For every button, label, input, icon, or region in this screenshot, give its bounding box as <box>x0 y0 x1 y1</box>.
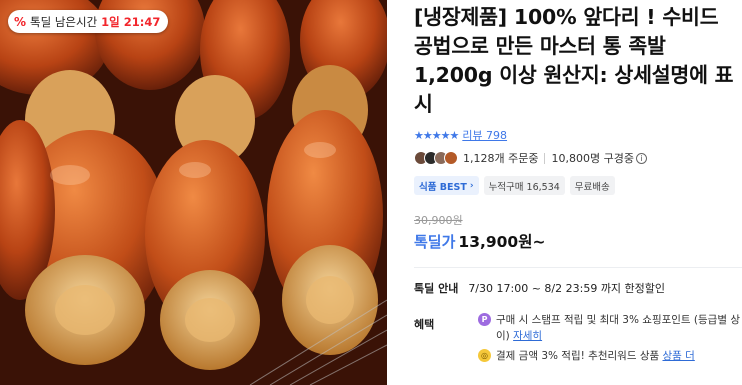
review-count-link[interactable]: 리뷰 798 <box>462 127 507 143</box>
product-title: [냉장제품] 100% 앞다리 ! 수비드 공법으로 만든 마스터 통 족발 1… <box>414 5 734 116</box>
coin-icon: ◎ <box>478 349 491 362</box>
chevron-right-icon: › <box>469 180 474 191</box>
divider <box>544 152 546 164</box>
benefits-list: P 구매 시 스탬프 적립 및 최대 3% 쇼핑포인트 (등급별 상이) 자세히… <box>478 312 742 368</box>
timer-countdown: 1일 21:47 <box>101 14 161 29</box>
avatar <box>444 151 458 165</box>
buyer-avatars <box>414 151 458 165</box>
benefit-text: 결제 금액 3% 적립! 추천리워드 상품 상품 더 <box>496 348 695 364</box>
section-divider <box>414 267 742 268</box>
benefit-item: P 구매 시 스탬프 적립 및 최대 3% 쇼핑포인트 (등급별 상이) 자세히 <box>478 312 742 344</box>
timer-label: 톡딜 남은시간 <box>30 14 98 29</box>
deal-info-text: 7/30 17:00 ~ 8/2 23:59 까지 한정할인 <box>468 282 666 295</box>
braised-pork-hock-photo <box>0 0 387 385</box>
viewers-count: 10,800명 구경중 <box>551 152 634 165</box>
benefits-section: 혜택 P 구매 시 스탬프 적립 및 최대 3% 쇼핑포인트 (등급별 상이) … <box>414 312 742 368</box>
benefit-text: 구매 시 스탬프 적립 및 최대 3% 쇼핑포인트 (등급별 상이) 자세히 <box>496 312 742 344</box>
benefit-item: ◎ 결제 금액 3% 적립! 추천리워드 상품 상품 더 <box>478 348 742 364</box>
chip-free-shipping: 무료배송 <box>569 176 615 195</box>
buyers-row: 1,128개 주문중 10,800명 구경중 i <box>414 149 742 167</box>
price-row: 톡딜가 13,900원~ <box>414 230 742 252</box>
sale-price: 13,900원~ <box>458 233 546 251</box>
original-price: 30,900원 <box>414 214 463 227</box>
percent-icon: % <box>14 14 27 29</box>
chip-cumulative-purchases: 누적구매 16,534 <box>483 176 565 195</box>
orders-count: 1,128개 주문중 <box>463 152 539 165</box>
product-info-panel: [냉장제품] 100% 앞다리 ! 수비드 공법으로 만든 마스터 통 족발 1… <box>414 0 742 385</box>
rating-row: ★★★★★ 리뷰 798 <box>414 127 742 143</box>
chip-label: 식품 BEST <box>419 181 467 193</box>
product-chips: 식품 BEST › 누적구매 16,534 무료배송 <box>414 176 742 195</box>
benefit-more-link[interactable]: 상품 더 <box>662 350 694 362</box>
chip-food-best[interactable]: 식품 BEST › <box>414 176 479 195</box>
deal-timer-badge: % 톡딜 남은시간 1일 21:47 <box>8 10 169 33</box>
deal-info-row: 톡딜 안내 7/30 17:00 ~ 8/2 23:59 까지 한정할인 <box>414 280 742 296</box>
product-image[interactable]: % 톡딜 남은시간 1일 21:47 <box>0 0 387 385</box>
benefits-key: 혜택 <box>414 318 435 331</box>
benefit-description: 결제 금액 3% 적립! 추천리워드 상품 <box>496 350 660 362</box>
benefit-details-link[interactable]: 자세히 <box>513 330 542 342</box>
price-label: 톡딜가 <box>414 233 456 251</box>
deal-info-key: 톡딜 안내 <box>414 282 459 295</box>
point-icon: P <box>478 313 491 326</box>
info-icon[interactable]: i <box>635 152 647 164</box>
rating-stars-icon: ★★★★★ <box>414 128 459 142</box>
